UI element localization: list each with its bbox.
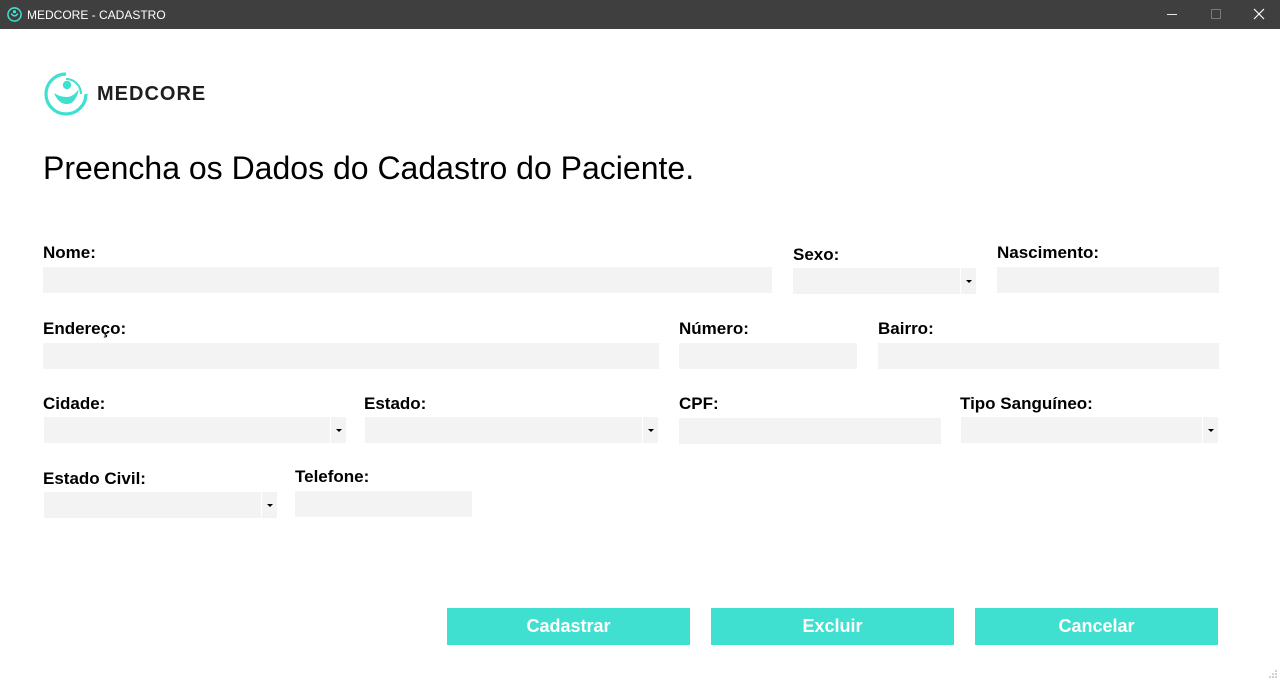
maximize-icon [1211,9,1221,19]
cadastrar-button[interactable]: Cadastrar [447,608,690,645]
page-title: Preencha os Dados do Cadastro do Pacient… [43,150,695,186]
window-title: MEDCORE - CADASTRO [27,8,166,22]
excluir-button[interactable]: Excluir [711,608,954,645]
tipo-sanguineo-label: Tipo Sanguíneo: [960,394,1093,413]
chevron-down-icon[interactable] [330,417,346,443]
telefone-label: Telefone: [295,467,370,486]
maximize-button[interactable] [1193,0,1239,29]
telefone-input[interactable] [295,491,472,517]
cidade-label: Cidade: [43,394,106,413]
sexo-select[interactable] [793,268,976,294]
minimize-icon [1167,14,1177,15]
minimize-button[interactable] [1149,0,1195,29]
medcore-logo-icon [7,7,22,22]
endereco-input[interactable] [43,343,659,369]
chevron-down-icon[interactable] [960,268,976,294]
bairro-label: Bairro: [878,319,934,338]
bairro-input[interactable] [878,343,1219,369]
estado-civil-label: Estado Civil: [43,469,146,488]
medcore-logo [44,72,88,116]
cidade-select[interactable] [44,417,346,443]
estado-civil-select[interactable] [44,492,277,518]
close-button[interactable] [1236,0,1280,29]
nascimento-label: Nascimento: [997,243,1100,262]
resize-grip-icon[interactable] [1266,668,1278,680]
nome-input[interactable] [43,267,772,293]
estado-label: Estado: [364,394,427,413]
cpf-input[interactable] [679,418,941,444]
numero-input[interactable] [679,343,857,369]
chevron-down-icon[interactable] [642,417,658,443]
cancelar-button[interactable]: Cancelar [975,608,1218,645]
tipo-sanguineo-select[interactable] [961,417,1218,443]
numero-label: Número: [679,319,749,338]
window-titlebar: MEDCORE - CADASTRO [0,0,1280,29]
close-icon [1253,8,1265,20]
sexo-label: Sexo: [793,245,840,264]
nome-label: Nome: [43,243,96,262]
nascimento-input[interactable] [997,267,1219,293]
cpf-label: CPF: [679,394,719,413]
estado-select[interactable] [365,417,658,443]
chevron-down-icon[interactable] [261,492,277,518]
endereco-label: Endereço: [43,319,127,338]
chevron-down-icon[interactable] [1202,417,1218,443]
brand-name: MEDCORE [97,83,207,105]
